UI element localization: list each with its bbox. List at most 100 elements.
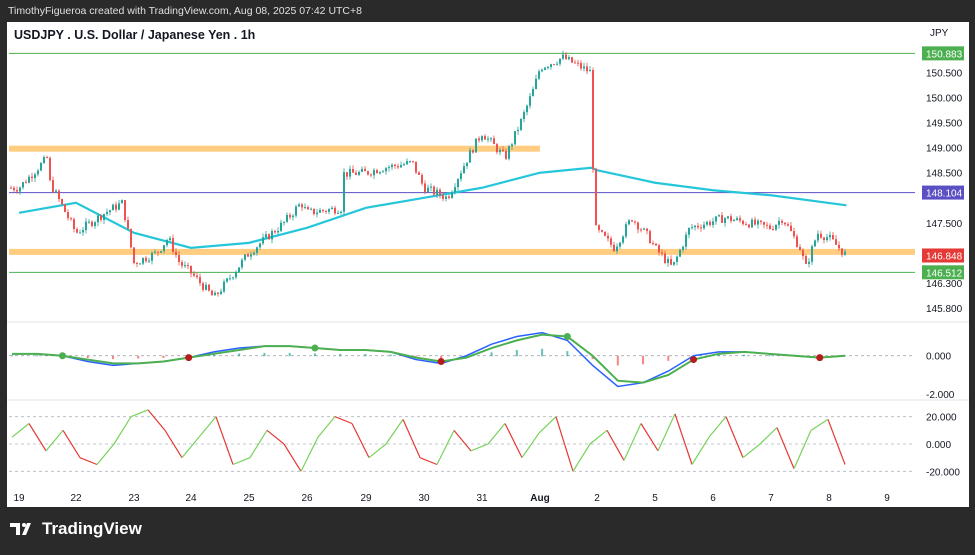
candle — [754, 216, 756, 226]
candle — [64, 204, 66, 213]
osc2-segment — [742, 443, 761, 459]
candle — [775, 224, 777, 232]
osc2-segment — [691, 436, 710, 465]
candle — [634, 220, 636, 225]
osc1-histogram-bar — [238, 353, 241, 357]
candle — [331, 205, 333, 210]
candle — [217, 292, 219, 297]
candle — [544, 66, 546, 71]
price-tick-1: 150.000 — [926, 94, 963, 105]
osc1-histogram-bar — [162, 355, 165, 358]
candle — [310, 207, 312, 211]
candle — [439, 188, 441, 199]
candle — [280, 219, 282, 233]
candle — [52, 176, 54, 194]
candle — [388, 165, 390, 172]
candle — [70, 216, 72, 221]
candle — [652, 240, 654, 246]
candle — [79, 229, 81, 234]
osc2-segment — [11, 423, 30, 438]
candle — [85, 217, 87, 234]
candle — [397, 163, 399, 170]
candle — [187, 262, 189, 270]
candle — [259, 242, 261, 250]
candle — [568, 54, 570, 61]
candle — [493, 135, 495, 145]
candle — [640, 227, 642, 233]
x-tick-14: 8 — [826, 493, 832, 504]
price-label-1: 148.104 — [926, 189, 963, 200]
candle — [10, 185, 12, 189]
osc2-segment — [674, 413, 693, 465]
x-tick-10: 2 — [594, 493, 600, 504]
candle — [106, 208, 108, 217]
candle — [205, 282, 207, 291]
candle — [787, 222, 789, 227]
x-tick-7: 30 — [418, 493, 430, 504]
candle — [244, 254, 246, 262]
candle — [463, 162, 465, 174]
candle — [37, 168, 39, 177]
candle — [607, 232, 609, 242]
osc2-tick-0: 20.000 — [926, 413, 957, 424]
candle — [622, 235, 624, 245]
candle — [190, 265, 192, 278]
x-tick-1: 22 — [70, 493, 82, 504]
osc2-segment — [606, 430, 625, 461]
candle — [40, 161, 42, 172]
price-chart[interactable]: 150.500 150.000 149.500 149.000 148.500 147.5… — [0, 0, 975, 555]
candle — [562, 50, 564, 61]
candle — [553, 63, 555, 66]
candle — [109, 209, 111, 216]
candle — [484, 134, 486, 140]
candle — [235, 270, 237, 280]
candle — [124, 199, 126, 223]
candle — [613, 241, 615, 252]
osc1-histogram-bar — [515, 349, 518, 357]
candle — [406, 158, 408, 166]
candle — [241, 257, 243, 270]
osc2-segment — [266, 429, 285, 445]
candle — [772, 225, 774, 231]
osc1-tick-0: 0.000 — [926, 352, 951, 363]
osc2-segment — [317, 416, 336, 438]
price-tick-5: 147.500 — [926, 219, 963, 230]
osc2-segment — [79, 457, 98, 466]
candle — [694, 225, 696, 231]
chart-title: USDJPY . U.S. Dollar / Japanese Yen . 1h — [14, 28, 256, 42]
candle — [580, 60, 582, 71]
osc2-segment — [147, 409, 166, 431]
osc2-segment — [419, 457, 438, 466]
candle — [466, 162, 468, 170]
candle — [292, 214, 294, 221]
candle — [835, 235, 837, 245]
candle — [139, 262, 141, 265]
candle — [328, 208, 330, 215]
candle — [271, 228, 273, 244]
osc2-segment — [572, 443, 591, 472]
candle — [382, 170, 384, 173]
candle — [685, 231, 687, 250]
osc2-segment — [351, 423, 370, 458]
candle — [349, 165, 351, 180]
candle — [151, 251, 153, 265]
candle — [136, 261, 138, 268]
x-tick-4: 25 — [243, 493, 255, 504]
candle — [451, 190, 453, 199]
osc1-histogram-bar — [389, 354, 392, 357]
candle — [361, 166, 363, 173]
x-tick-3: 24 — [185, 493, 197, 504]
candle — [166, 238, 168, 248]
candle — [571, 56, 573, 64]
candle — [229, 274, 231, 281]
osc1-histogram-bar — [364, 354, 367, 357]
candle — [805, 254, 807, 265]
candle — [487, 135, 489, 143]
candle — [343, 168, 345, 216]
candle — [604, 231, 606, 237]
candle — [76, 227, 78, 234]
osc1-main-line — [12, 333, 846, 384]
candle — [418, 171, 420, 176]
osc2-tick-1: 0.000 — [926, 440, 951, 451]
candle — [778, 217, 780, 229]
